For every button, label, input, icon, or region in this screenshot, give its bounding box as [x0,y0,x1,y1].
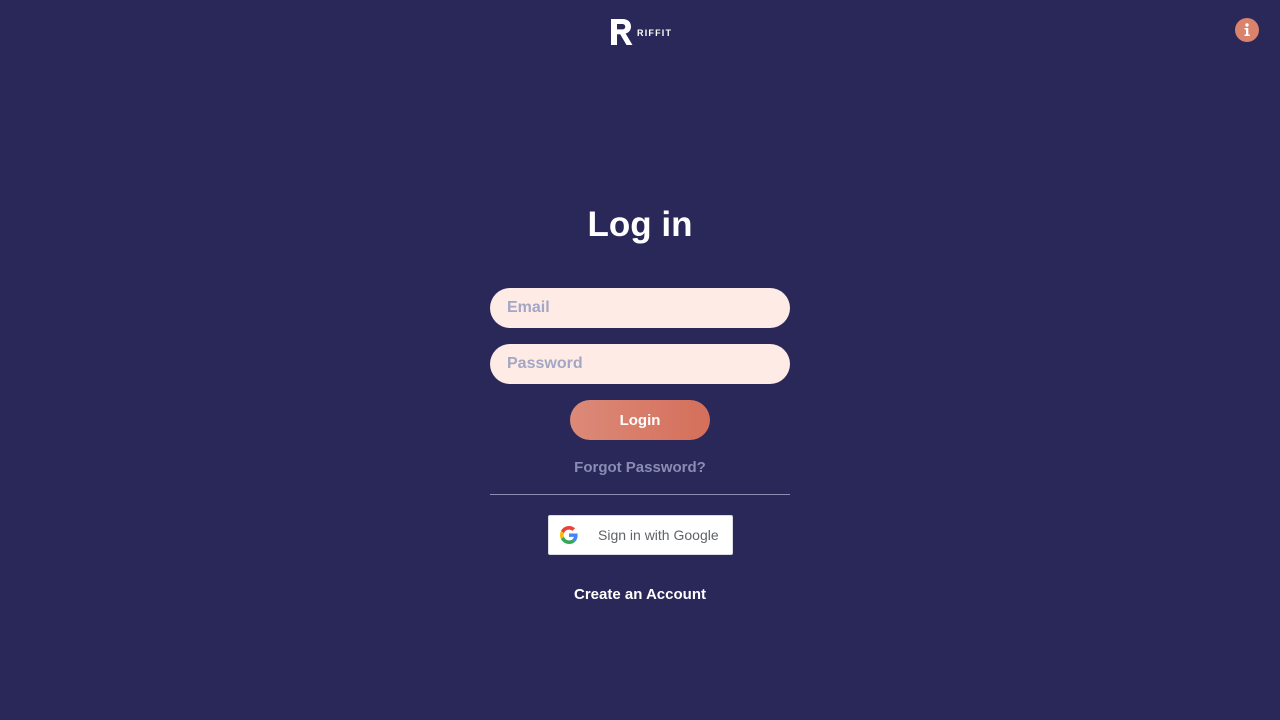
brand-logo[interactable]: RIFFIT [610,18,672,46]
info-icon [1244,23,1250,36]
login-button[interactable]: Login [570,400,710,440]
login-page: RIFFIT Log in Login Forgot Password? Sig… [0,0,1280,720]
create-account-link[interactable]: Create an Account [574,586,706,603]
google-sign-in-label: Sign in with Google [598,527,719,543]
forgot-password-link[interactable]: Forgot Password? [574,459,706,476]
brand-name: RIFFIT [637,28,673,38]
google-g-icon [560,526,578,544]
divider [490,494,790,495]
create-account-row: Create an Account [0,585,1280,605]
password-input[interactable] [490,344,790,384]
page-title: Log in [587,205,693,244]
email-input[interactable] [490,288,790,328]
riffit-r-logo-icon [611,19,633,45]
info-button[interactable] [1235,18,1259,42]
google-sign-in-button[interactable]: Sign in with Google [548,515,733,555]
forgot-password-row: Forgot Password? [0,458,1280,478]
